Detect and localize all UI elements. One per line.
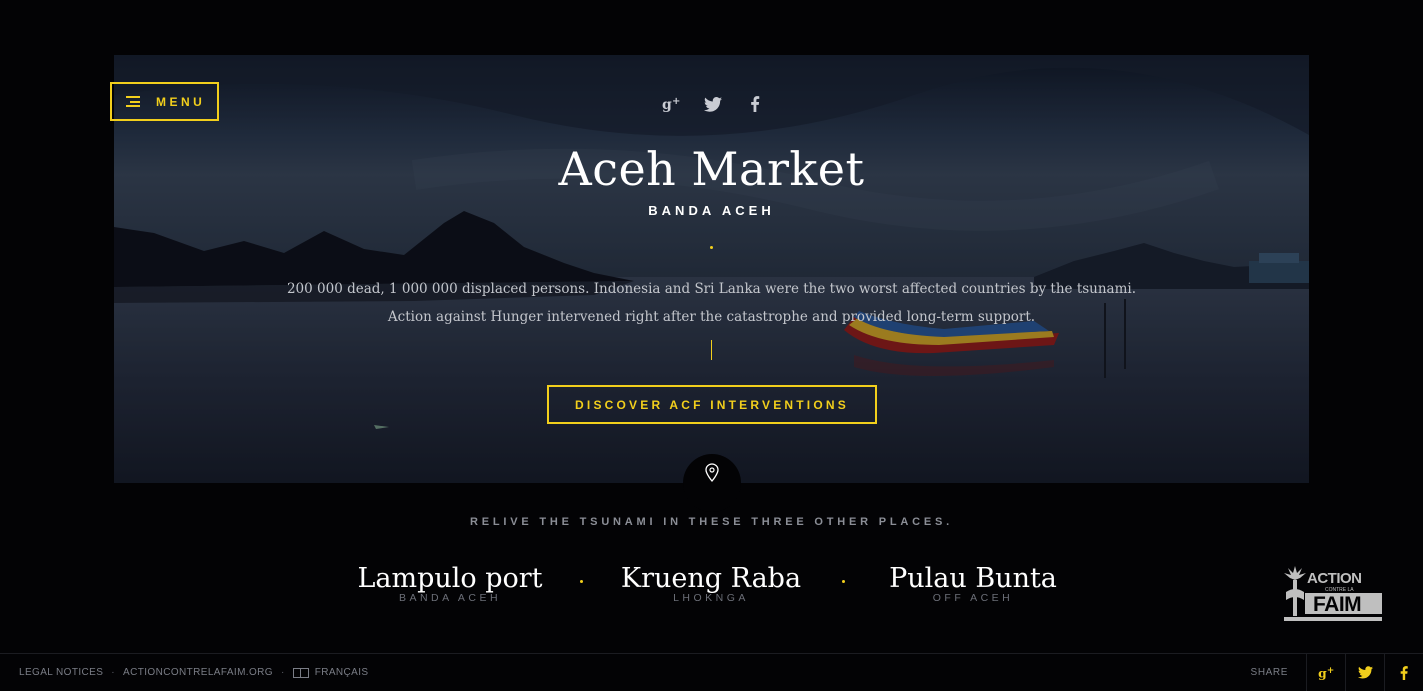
- share-bar: SHARE g +: [1251, 654, 1423, 691]
- language-icon: [292, 667, 309, 678]
- description-line: Action against Hunger intervened right a…: [387, 309, 1036, 325]
- place-name: Pulau Bunta: [889, 563, 1057, 594]
- separator-dot: [580, 580, 583, 583]
- facebook-icon[interactable]: [744, 93, 766, 115]
- map-pin-icon: [705, 463, 719, 482]
- page-title: Aceh Market: [558, 142, 865, 196]
- separator-dot: [842, 580, 845, 583]
- menu-button[interactable]: MENU: [110, 82, 219, 121]
- place-name: Krueng Raba: [620, 563, 802, 594]
- svg-text:g: g: [1318, 666, 1327, 680]
- footer-separator: ·: [111, 667, 116, 678]
- svg-text:g: g: [662, 97, 672, 112]
- description-line: 200 000 dead, 1 000 000 displaced person…: [286, 281, 1137, 297]
- divider-dot: [710, 246, 713, 249]
- share-label: SHARE: [1250, 667, 1288, 678]
- twitter-icon[interactable]: [702, 93, 724, 115]
- share-twitter-button[interactable]: [1345, 654, 1384, 691]
- svg-text:ACTION: ACTION: [1307, 570, 1362, 587]
- divider-line: [711, 340, 712, 360]
- location-marker: [683, 454, 741, 512]
- share-google-plus-button[interactable]: g +: [1306, 654, 1345, 691]
- twitter-icon: [1357, 666, 1373, 679]
- social-links: g +: [660, 93, 766, 115]
- svg-text:FAIM: FAIM: [1313, 593, 1361, 616]
- menu-label: MENU: [156, 94, 206, 109]
- legal-notices-link[interactable]: LEGAL NOTICES: [19, 667, 103, 678]
- facebook-icon: [1400, 665, 1408, 680]
- footer-links: LEGAL NOTICES · ACTIONCONTRELAFAIM.ORG ·…: [0, 667, 368, 678]
- footer-separator: ·: [280, 667, 285, 678]
- place-name: Lampulo port: [357, 563, 543, 594]
- website-link[interactable]: ACTIONCONTRELAFAIM.ORG: [123, 667, 273, 678]
- language-link[interactable]: FRANÇAIS: [315, 667, 369, 678]
- place-link-pulau-bunta[interactable]: Pulau Bunta OFF ACEH: [863, 563, 1083, 604]
- page-subtitle: BANDA ACEH: [648, 203, 775, 218]
- share-facebook-button[interactable]: [1384, 654, 1423, 691]
- svg-text:+: +: [1327, 666, 1334, 676]
- other-places-heading: RELIVE THE TSUNAMI IN THESE THREE OTHER …: [470, 516, 953, 528]
- discover-interventions-button[interactable]: DISCOVER ACF INTERVENTIONS: [547, 385, 877, 424]
- action-contre-la-faim-logo[interactable]: ACTION CONTRE LA FAIM: [1283, 564, 1383, 622]
- footer: LEGAL NOTICES · ACTIONCONTRELAFAIM.ORG ·…: [0, 653, 1423, 691]
- place-link-krueng-raba[interactable]: Krueng Raba LHOKNGA: [601, 563, 821, 604]
- google-plus-icon: g +: [1318, 666, 1334, 680]
- svg-text:+: +: [672, 96, 680, 107]
- hamburger-icon: [126, 96, 140, 107]
- place-link-lampulo-port[interactable]: Lampulo port BANDA ACEH: [340, 563, 560, 604]
- google-plus-icon[interactable]: g +: [660, 93, 682, 115]
- hero-description: 200 000 dead, 1 000 000 displaced person…: [0, 275, 1423, 331]
